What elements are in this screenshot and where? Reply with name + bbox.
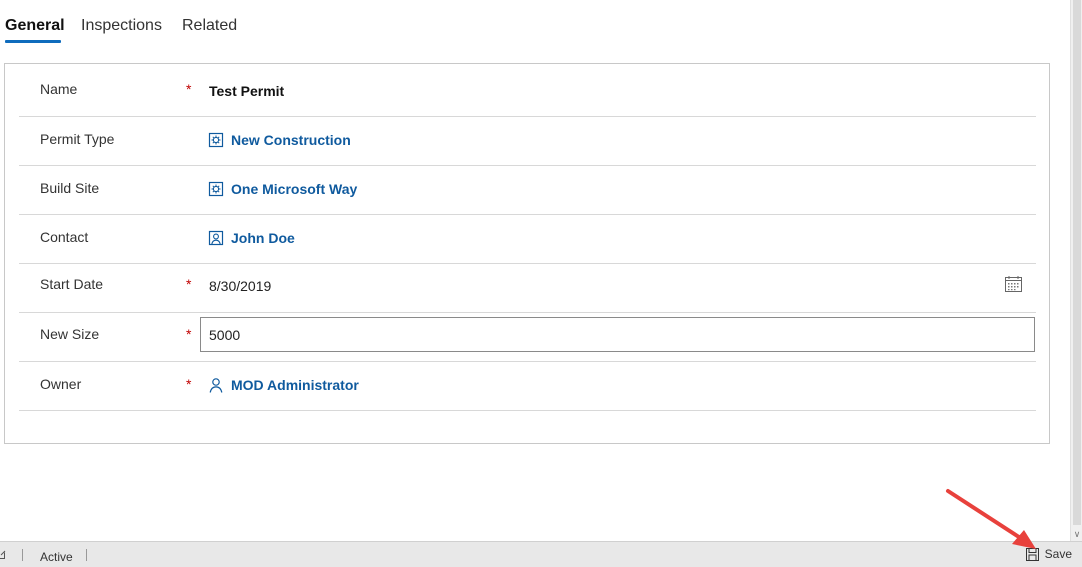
- entity-record-icon: [208, 181, 224, 197]
- contact-label: Contact: [40, 229, 89, 245]
- field-row-name: Name * Test Permit: [19, 64, 1036, 117]
- permit-type-link[interactable]: New Construction: [231, 132, 351, 148]
- status-divider: [86, 549, 87, 561]
- name-field[interactable]: Test Permit: [209, 83, 284, 99]
- scroll-down-icon[interactable]: ∨: [1072, 529, 1082, 539]
- field-row-build-site: Build Site One Microsoft Way: [19, 166, 1036, 215]
- field-row-contact: Contact John Doe: [19, 215, 1036, 264]
- save-button-label: Save: [1044, 547, 1072, 561]
- save-icon: [1025, 547, 1039, 561]
- tab-related[interactable]: Related: [182, 17, 237, 35]
- field-row-start-date: Start Date * 8/30/2019: [19, 264, 1036, 313]
- expand-icon[interactable]: [0, 550, 6, 559]
- scrollbar-thumb[interactable]: [1073, 0, 1081, 525]
- start-date-field[interactable]: 8/30/2019: [209, 278, 271, 294]
- required-marker: *: [186, 276, 192, 292]
- required-marker: *: [186, 376, 192, 392]
- calendar-icon[interactable]: [1005, 276, 1022, 292]
- person-icon: [209, 378, 223, 393]
- new-size-label: New Size: [40, 326, 100, 342]
- tab-general[interactable]: General: [5, 17, 65, 35]
- owner-label: Owner: [40, 376, 82, 392]
- entity-record-icon: [208, 132, 224, 148]
- build-site-link[interactable]: One Microsoft Way: [231, 181, 357, 197]
- active-tab-indicator: [5, 40, 61, 43]
- field-row-permit-type: Permit Type New Construction: [19, 117, 1036, 166]
- vertical-scrollbar[interactable]: ∨: [1070, 0, 1082, 541]
- contact-lookup[interactable]: John Doe: [208, 230, 295, 246]
- build-site-lookup[interactable]: One Microsoft Way: [208, 181, 357, 197]
- status-bar: Active Save: [0, 541, 1082, 567]
- tab-bar: General Inspections Related: [0, 0, 1068, 48]
- contact-link[interactable]: John Doe: [231, 230, 295, 246]
- required-marker: *: [186, 326, 192, 342]
- field-row-owner: Owner * MOD Administrator: [19, 362, 1036, 411]
- field-row-new-size: New Size *: [19, 313, 1036, 362]
- record-status: Active: [40, 550, 73, 564]
- start-date-label: Start Date: [40, 276, 104, 292]
- contact-card-icon: [208, 230, 224, 246]
- status-divider: [22, 549, 23, 561]
- tab-inspections[interactable]: Inspections: [81, 17, 162, 35]
- owner-link[interactable]: MOD Administrator: [231, 377, 359, 393]
- general-form-section: Name * Test Permit Permit Type New Const…: [4, 63, 1050, 444]
- permit-type-lookup[interactable]: New Construction: [208, 132, 351, 148]
- required-marker: *: [186, 81, 192, 97]
- build-site-label: Build Site: [40, 180, 100, 196]
- owner-lookup[interactable]: MOD Administrator: [208, 377, 359, 393]
- save-button[interactable]: Save: [1025, 547, 1072, 561]
- name-label: Name: [40, 81, 78, 97]
- new-size-input[interactable]: [200, 317, 1035, 352]
- permit-type-label: Permit Type: [40, 131, 115, 147]
